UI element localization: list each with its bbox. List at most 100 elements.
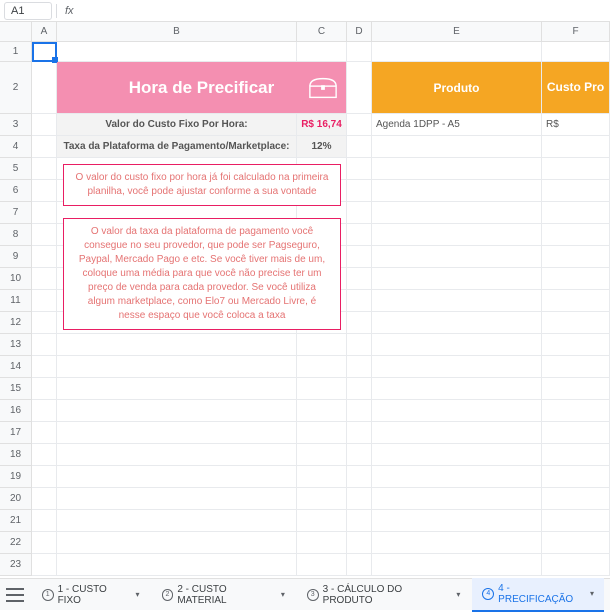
- cell[interactable]: [32, 422, 57, 444]
- cell[interactable]: [32, 114, 57, 136]
- row-header[interactable]: 8: [0, 224, 32, 246]
- cell[interactable]: [297, 356, 347, 378]
- col-header-b[interactable]: B: [57, 22, 297, 41]
- row-header[interactable]: 13: [0, 334, 32, 356]
- cell[interactable]: [372, 444, 542, 466]
- row-header[interactable]: 9: [0, 246, 32, 268]
- cell[interactable]: [372, 356, 542, 378]
- cell[interactable]: [32, 400, 57, 422]
- cell[interactable]: [32, 136, 57, 158]
- cell[interactable]: [32, 554, 57, 576]
- cell[interactable]: [347, 114, 372, 136]
- row-header[interactable]: 1: [0, 42, 32, 62]
- row-header[interactable]: 4: [0, 136, 32, 158]
- cell[interactable]: [297, 422, 347, 444]
- cell[interactable]: [32, 378, 57, 400]
- cell[interactable]: [57, 466, 297, 488]
- cell[interactable]: [297, 510, 347, 532]
- label-taxa[interactable]: Taxa da Plataforma de Pagamento/Marketpl…: [57, 136, 297, 158]
- cell[interactable]: [542, 42, 610, 62]
- cell[interactable]: [32, 158, 57, 180]
- cell[interactable]: [32, 488, 57, 510]
- cell[interactable]: [32, 202, 57, 224]
- cell[interactable]: [542, 158, 610, 180]
- cell[interactable]: [542, 180, 610, 202]
- cell[interactable]: [542, 378, 610, 400]
- row-header[interactable]: 14: [0, 356, 32, 378]
- cell[interactable]: [347, 268, 372, 290]
- orange-banner-produto[interactable]: Produto: [372, 62, 542, 114]
- cell[interactable]: [347, 62, 372, 114]
- row-header[interactable]: 23: [0, 554, 32, 576]
- cell[interactable]: [32, 466, 57, 488]
- cell[interactable]: [297, 532, 347, 554]
- cell[interactable]: [57, 488, 297, 510]
- cell[interactable]: [57, 356, 297, 378]
- row-header[interactable]: 21: [0, 510, 32, 532]
- cell[interactable]: [57, 42, 297, 62]
- cell[interactable]: [347, 158, 372, 180]
- cell[interactable]: [542, 444, 610, 466]
- cell[interactable]: [347, 422, 372, 444]
- cell[interactable]: [542, 202, 610, 224]
- cell[interactable]: [32, 224, 57, 246]
- cell[interactable]: [372, 312, 542, 334]
- cell[interactable]: [347, 180, 372, 202]
- cell[interactable]: [372, 158, 542, 180]
- cell[interactable]: [297, 334, 347, 356]
- cell[interactable]: [542, 224, 610, 246]
- cell[interactable]: [57, 554, 297, 576]
- cell[interactable]: [347, 378, 372, 400]
- cell[interactable]: [297, 466, 347, 488]
- cell[interactable]: [57, 510, 297, 532]
- row-header[interactable]: 22: [0, 532, 32, 554]
- cell[interactable]: [347, 466, 372, 488]
- cell[interactable]: [57, 400, 297, 422]
- row-header[interactable]: 10: [0, 268, 32, 290]
- cell[interactable]: [542, 136, 610, 158]
- row-header[interactable]: 18: [0, 444, 32, 466]
- cell[interactable]: [372, 224, 542, 246]
- cell[interactable]: [347, 290, 372, 312]
- sheet-tab-1[interactable]: 11 - CUSTO FIXO▾: [32, 578, 150, 612]
- cell[interactable]: [542, 312, 610, 334]
- cell[interactable]: [542, 400, 610, 422]
- cell[interactable]: [372, 42, 542, 62]
- cell[interactable]: [372, 378, 542, 400]
- col-header-c[interactable]: C: [297, 22, 347, 41]
- cell[interactable]: [372, 422, 542, 444]
- cell[interactable]: [57, 334, 297, 356]
- chevron-down-icon[interactable]: ▾: [136, 590, 140, 599]
- cell[interactable]: [542, 246, 610, 268]
- cell[interactable]: [32, 312, 57, 334]
- cell[interactable]: [542, 268, 610, 290]
- cell[interactable]: [347, 532, 372, 554]
- chevron-down-icon[interactable]: ▾: [590, 589, 594, 598]
- cell[interactable]: [57, 422, 297, 444]
- pink-banner[interactable]: Hora de Precificar: [57, 62, 347, 114]
- cell[interactable]: [542, 554, 610, 576]
- col-header-d[interactable]: D: [347, 22, 372, 41]
- sheet-tab-4[interactable]: 44 - PRECIFICAÇÃO▾: [472, 578, 604, 612]
- cell[interactable]: [542, 290, 610, 312]
- cell[interactable]: [297, 42, 347, 62]
- cell[interactable]: [372, 532, 542, 554]
- cell[interactable]: [32, 444, 57, 466]
- cell[interactable]: [297, 444, 347, 466]
- label-custo-fixo[interactable]: Valor do Custo Fixo Por Hora:: [57, 114, 297, 136]
- cell[interactable]: [347, 246, 372, 268]
- cell[interactable]: [372, 400, 542, 422]
- col-header-a[interactable]: A: [32, 22, 57, 41]
- cell[interactable]: [57, 532, 297, 554]
- row-header[interactable]: 7: [0, 202, 32, 224]
- cell[interactable]: [32, 532, 57, 554]
- cell[interactable]: [347, 444, 372, 466]
- cell[interactable]: [32, 246, 57, 268]
- cell[interactable]: [372, 510, 542, 532]
- cell[interactable]: [347, 356, 372, 378]
- row-header[interactable]: 12: [0, 312, 32, 334]
- product-name-cell[interactable]: Agenda 1DPP - A5: [372, 114, 542, 136]
- cell[interactable]: [372, 290, 542, 312]
- cell[interactable]: [542, 356, 610, 378]
- row-header[interactable]: 2: [0, 62, 32, 114]
